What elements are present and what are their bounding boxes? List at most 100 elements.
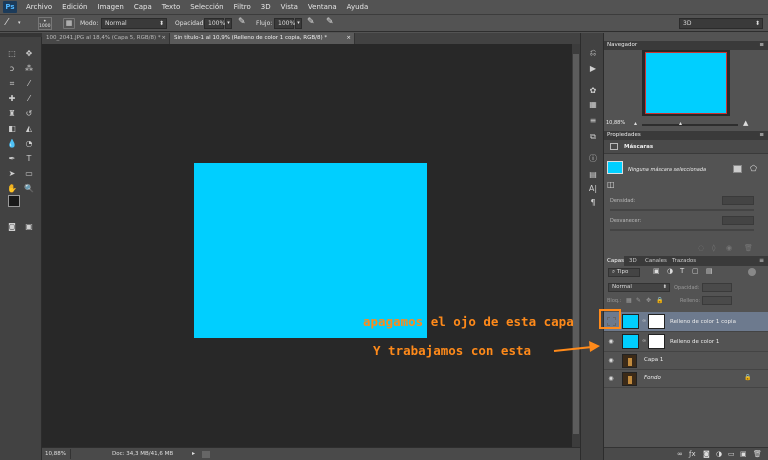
- add-vector-mask-icon[interactable]: ⬠: [750, 164, 757, 173]
- filter-smart-object-icon[interactable]: ▤: [706, 267, 713, 275]
- eraser-icon[interactable]: ◧: [6, 123, 18, 134]
- add-pixel-mask-icon[interactable]: [733, 165, 742, 173]
- filter-pixel-icon[interactable]: ▣: [653, 267, 660, 275]
- layer-opacity-input[interactable]: [702, 283, 732, 292]
- swatches-icon[interactable]: ▦: [587, 99, 599, 110]
- brush-preset-arrow-icon[interactable]: ▾: [18, 20, 21, 26]
- screen-mode-icon[interactable]: ▣: [23, 221, 35, 232]
- add-mask-icon[interactable]: ◙: [703, 450, 710, 458]
- brush-tool-icon[interactable]: ⁄: [6, 17, 8, 28]
- layer-name[interactable]: Relleno de color 1: [670, 339, 719, 345]
- menu-ventana[interactable]: Ventana: [303, 3, 342, 11]
- zoom-out-icon[interactable]: ▴: [634, 120, 637, 127]
- menu-3d[interactable]: 3D: [256, 3, 276, 11]
- menu-filtro[interactable]: Filtro: [229, 3, 256, 11]
- layer-filter-select[interactable]: ⌕ Tipo: [608, 268, 640, 277]
- healing-brush-icon[interactable]: ✚: [6, 93, 18, 104]
- hscroll-left-icon[interactable]: [202, 451, 210, 458]
- close-icon[interactable]: ×: [346, 33, 351, 44]
- character-icon[interactable]: A|: [587, 183, 599, 194]
- doc-tab-photo[interactable]: 100_2041.JPG al 18,4% (Capa 5, RGB/8) * …: [42, 33, 170, 44]
- move-tool-icon[interactable]: ✥: [23, 48, 35, 59]
- navigator-zoom[interactable]: 10,88%: [606, 120, 625, 126]
- type-tool-icon[interactable]: T: [23, 153, 35, 164]
- tab-capas[interactable]: Capas: [604, 256, 624, 266]
- lasso-tool-icon[interactable]: ↄ: [6, 63, 18, 74]
- zoom-tool-icon[interactable]: 🔍: [23, 183, 35, 194]
- layer-name[interactable]: Capa 1: [644, 357, 663, 363]
- filter-type-icon[interactable]: T: [680, 267, 684, 275]
- link-layers-icon[interactable]: ∞: [677, 450, 683, 458]
- blend-mode-select[interactable]: Normal ⬍: [608, 283, 670, 292]
- menu-seleccion[interactable]: Selección: [185, 3, 228, 11]
- zoom-slider-handle[interactable]: ▴: [679, 120, 682, 127]
- mode-select[interactable]: Normal ⬍: [101, 18, 167, 29]
- density-slider[interactable]: [610, 209, 754, 211]
- dodge-tool-icon[interactable]: ◔: [23, 138, 35, 149]
- opacity-dropdown-icon[interactable]: ▾: [225, 18, 232, 29]
- eye-icon[interactable]: ◉: [607, 338, 615, 346]
- paint-bucket-icon[interactable]: ◭: [23, 123, 35, 134]
- tab-canales[interactable]: Canales: [645, 256, 667, 266]
- adjustment-layer-icon[interactable]: ◑: [716, 450, 722, 458]
- doc-tab-untitled[interactable]: Sin título-1 al 10,9% (Relleno de color …: [170, 33, 355, 44]
- pen-tool-icon[interactable]: ✒: [6, 153, 18, 164]
- pressure-size-icon[interactable]: ✎: [326, 17, 334, 27]
- color-wheel-icon[interactable]: ✿: [587, 85, 599, 96]
- layer-name[interactable]: Relleno de color 1 copia: [670, 319, 736, 325]
- brush-size-picker[interactable]: • 1000: [38, 17, 52, 30]
- hand-tool-icon[interactable]: ✋: [6, 183, 18, 194]
- link-icon[interactable]: ∞: [642, 318, 646, 324]
- selection-icon[interactable]: ◌: [698, 244, 704, 252]
- panel-menu-icon[interactable]: ≡: [759, 131, 764, 140]
- canvas-document-fill[interactable]: [194, 163, 427, 338]
- info-icon[interactable]: ⓘ: [587, 153, 599, 164]
- tab-trazados[interactable]: Trazados: [672, 256, 696, 266]
- status-menu-arrow-icon[interactable]: ▸: [192, 450, 195, 457]
- history-brush-icon[interactable]: ↺: [23, 108, 35, 119]
- styles-icon[interactable]: ⧉: [587, 131, 599, 142]
- status-zoom[interactable]: 10,88%: [45, 451, 66, 457]
- navigator-view-box[interactable]: [645, 52, 727, 114]
- adjustments-icon[interactable]: ≡: [587, 115, 599, 126]
- filter-adjustment-icon[interactable]: ◑: [667, 267, 673, 275]
- menu-capa[interactable]: Capa: [129, 3, 157, 11]
- foreground-color-swatch[interactable]: [8, 195, 20, 207]
- tab-3d[interactable]: 3D: [629, 256, 637, 266]
- magic-wand-icon[interactable]: ⁂: [23, 63, 35, 74]
- navigator-panel-header[interactable]: Navegador ≡: [604, 41, 768, 50]
- delete-layer-icon[interactable]: 🗑: [753, 450, 762, 458]
- new-layer-icon[interactable]: ▣: [740, 450, 747, 458]
- feather-input[interactable]: [722, 216, 754, 225]
- properties-panel-header[interactable]: Propiedades ≡: [604, 131, 768, 140]
- new-group-icon[interactable]: ▭: [728, 450, 735, 458]
- delete-mask-icon[interactable]: 🗑: [744, 244, 753, 252]
- path-selection-icon[interactable]: ➤: [6, 168, 18, 179]
- zoom-in-icon[interactable]: ▲: [743, 119, 748, 127]
- clone-stamp-icon[interactable]: ♜: [6, 108, 18, 119]
- filter-shape-icon[interactable]: ▢: [692, 267, 699, 275]
- workspace-select[interactable]: 3D ⬍: [679, 18, 763, 29]
- layer-row[interactable]: ◉ Fondo 🔒: [604, 370, 768, 388]
- apply-mask-icon[interactable]: ◊: [712, 244, 715, 252]
- lock-position-icon[interactable]: ✥: [646, 297, 651, 304]
- lock-pixels-icon[interactable]: ✎: [636, 297, 641, 304]
- menu-vista[interactable]: Vista: [276, 3, 303, 11]
- pressure-opacity-icon[interactable]: ✎: [238, 17, 246, 27]
- menu-archivo[interactable]: Archivo: [21, 3, 57, 11]
- layer-name[interactable]: Fondo: [644, 375, 661, 381]
- scrollbar-thumb[interactable]: [573, 54, 579, 434]
- menu-ayuda[interactable]: Ayuda: [342, 3, 374, 11]
- quick-mask-icon[interactable]: ◙: [6, 221, 18, 232]
- menu-edicion[interactable]: Edición: [57, 3, 92, 11]
- feather-slider[interactable]: [610, 229, 754, 231]
- layer-row[interactable]: ◉ ∞ Relleno de color 1: [604, 332, 768, 352]
- lock-all-icon[interactable]: 🔒: [656, 297, 663, 304]
- link-icon[interactable]: ∞: [642, 338, 646, 344]
- toolbar-grip[interactable]: [0, 33, 42, 37]
- layer-row[interactable]: ∞ Relleno de color 1 copia: [604, 312, 768, 332]
- density-input[interactable]: [722, 196, 754, 205]
- crop-tool-icon[interactable]: ⌗: [6, 78, 18, 89]
- close-icon[interactable]: ×: [161, 33, 166, 44]
- brush-presets-icon[interactable]: ▤: [587, 169, 599, 180]
